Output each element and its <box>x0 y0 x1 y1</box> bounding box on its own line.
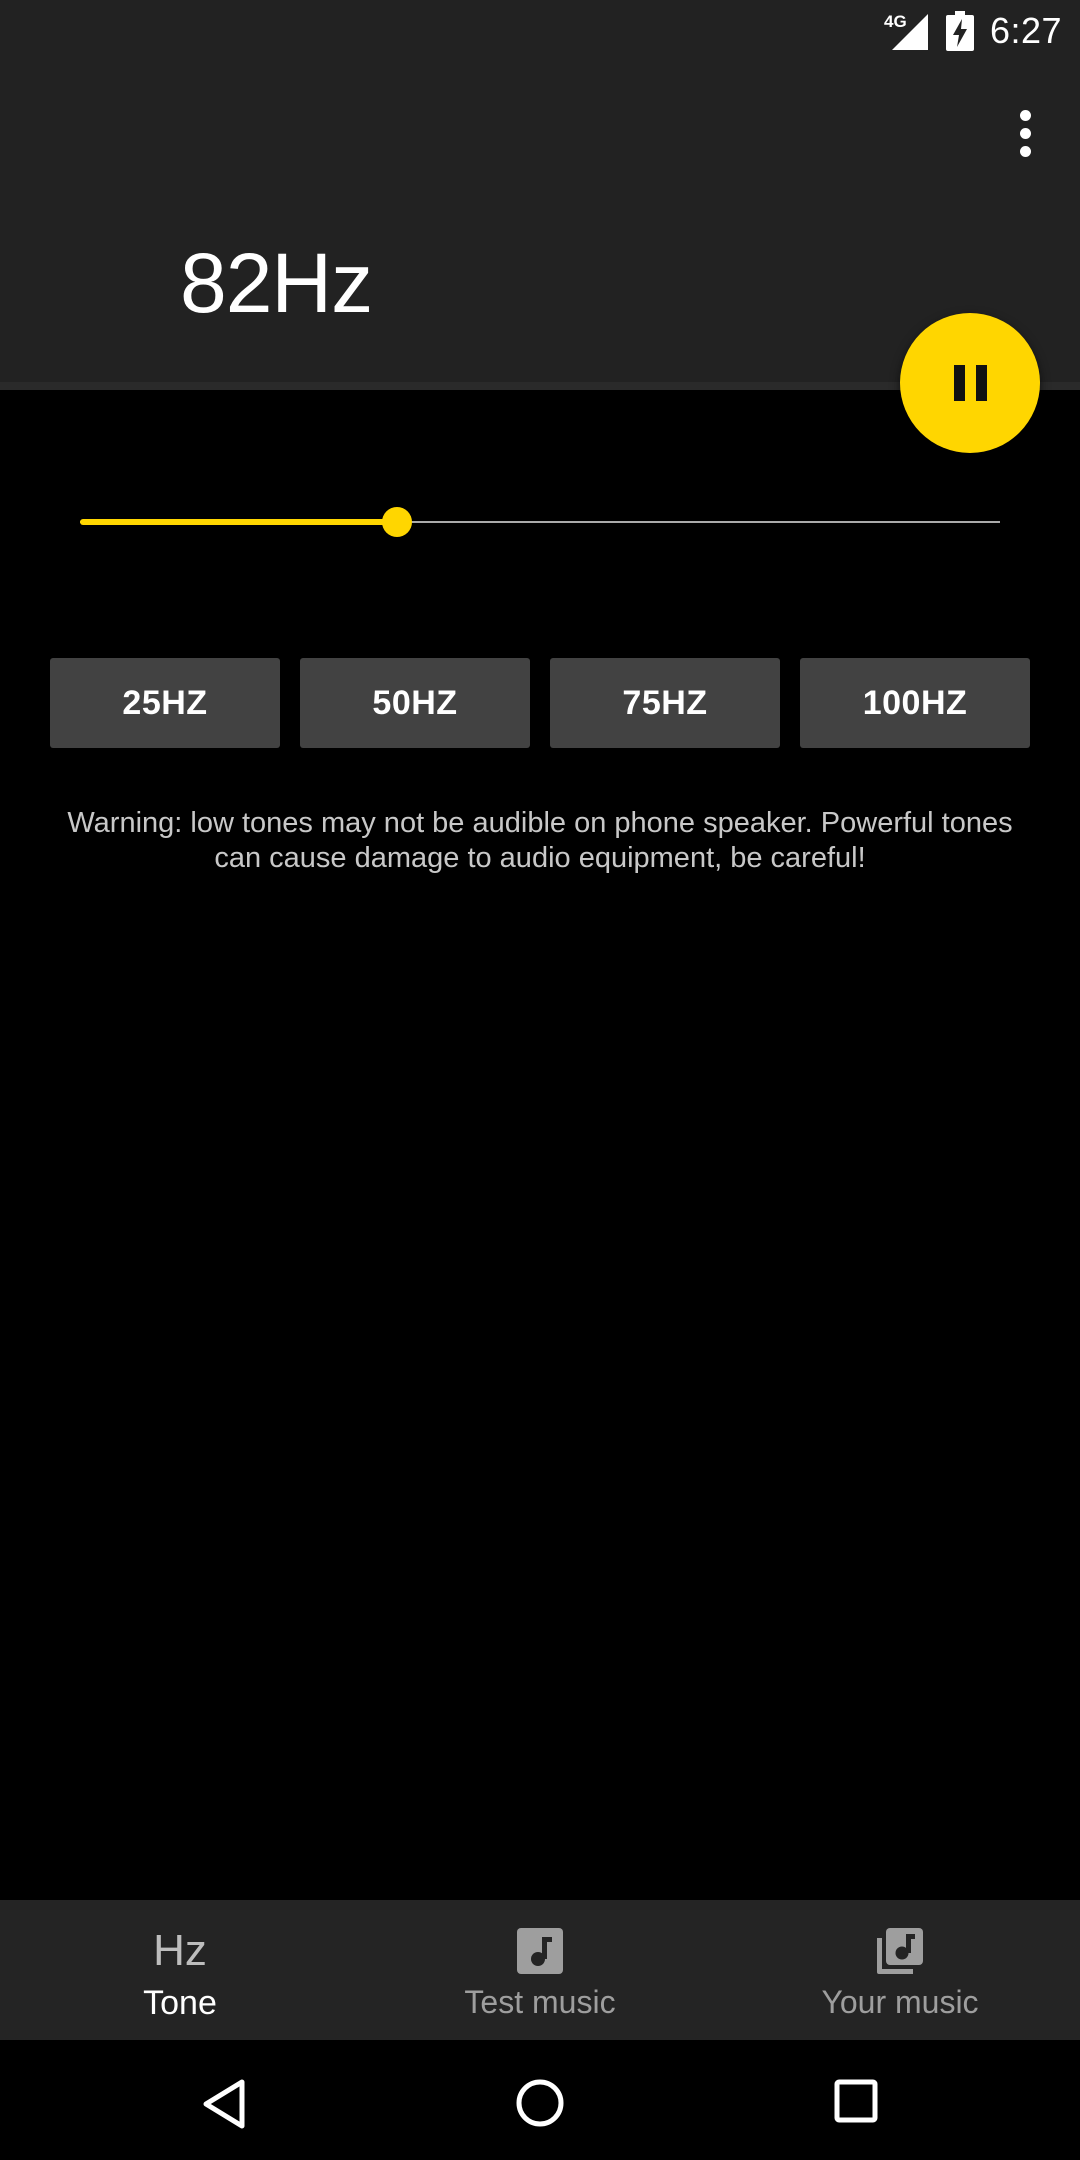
nav-tab-your-music[interactable]: Your music <box>720 1900 1080 2040</box>
signal-icon <box>892 14 928 50</box>
clock: 6:27 <box>990 10 1063 51</box>
preset-buttons: 25HZ 50HZ 75HZ 100HZ <box>50 658 1030 748</box>
library-music-icon <box>875 1926 925 1976</box>
music-note-icon <box>515 1926 565 1976</box>
preset-100hz-button[interactable]: 100HZ <box>800 658 1030 748</box>
nav-tab-your-music-label: Your music <box>821 1984 979 2020</box>
screen: 4G 6:27 82Hz 25HZ 50HZ 75HZ 100HZ Warnin… <box>0 0 1080 2160</box>
nav-tab-test-music[interactable]: Test music <box>360 1900 720 2040</box>
back-icon[interactable] <box>200 2078 248 2130</box>
frequency-slider[interactable] <box>80 502 1000 542</box>
warning-text: Warning: low tones may not be audible on… <box>67 807 1013 874</box>
nav-tab-test-music-label: Test music <box>464 1984 616 2020</box>
preset-75hz-button[interactable]: 75HZ <box>550 658 780 748</box>
recents-icon[interactable] <box>834 2079 878 2123</box>
frequency-display: 82Hz <box>180 236 373 330</box>
bottom-navigation: Hz Tone Test music Your music <box>0 1900 1080 2040</box>
nav-tab-tone-label: Tone <box>143 1984 217 2022</box>
pause-icon <box>953 365 987 401</box>
hz-icon: Hz <box>153 1926 207 1975</box>
status-bar: 4G 6:27 <box>0 0 1080 63</box>
preset-25hz-button[interactable]: 25HZ <box>50 658 280 748</box>
pause-button[interactable] <box>900 313 1040 453</box>
nav-tab-tone[interactable]: Hz Tone <box>0 1900 360 2040</box>
system-navigation-bar <box>0 2040 1080 2160</box>
slider-fill <box>80 519 398 525</box>
slider-thumb[interactable] <box>382 507 413 537</box>
home-icon[interactable] <box>514 2077 566 2129</box>
preset-50hz-button[interactable]: 50HZ <box>300 658 530 748</box>
battery-charging-icon <box>946 11 974 51</box>
more-vert-icon[interactable] <box>1000 103 1050 163</box>
